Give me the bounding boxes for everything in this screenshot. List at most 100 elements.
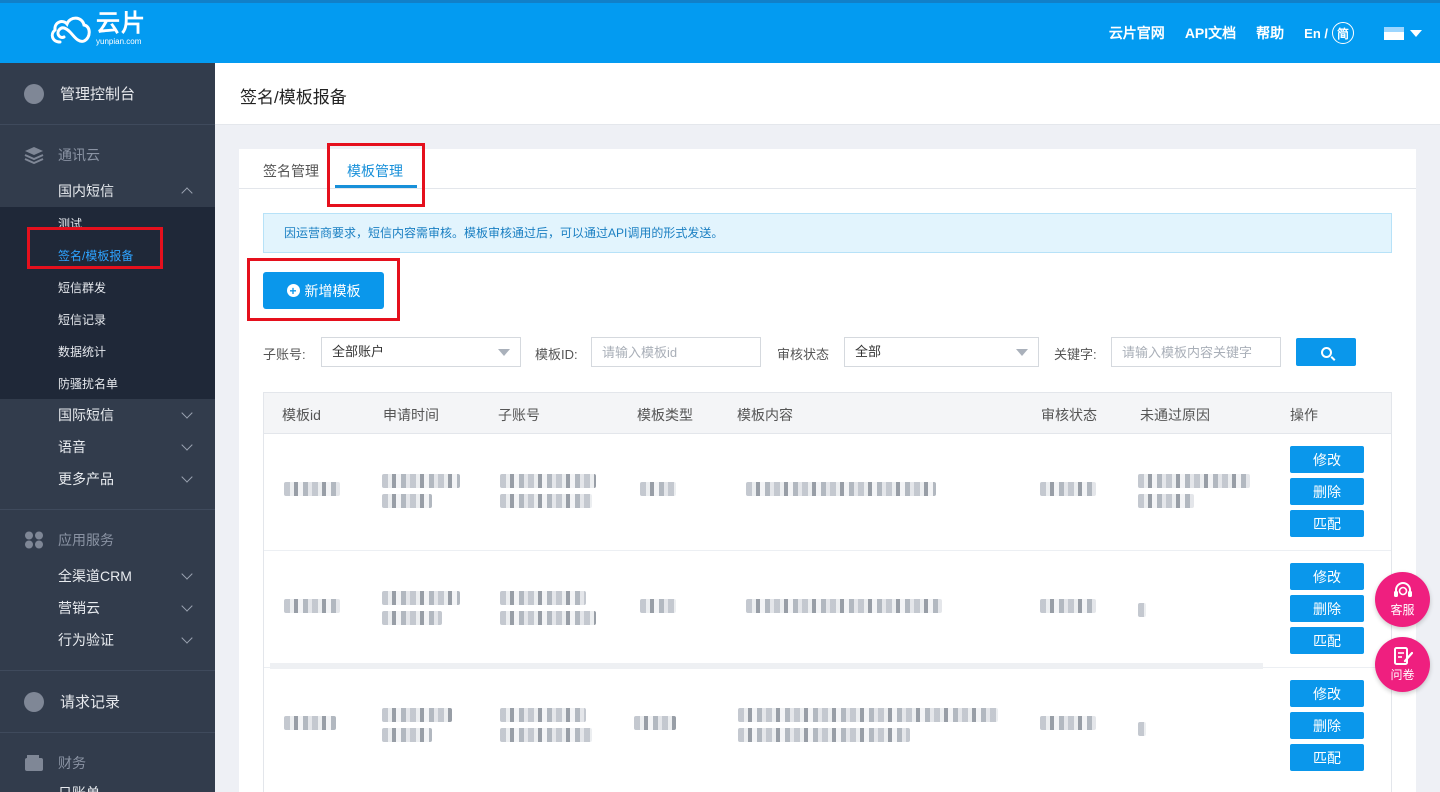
add-template-label: 新增模板	[304, 282, 361, 299]
nav-help[interactable]: 帮助	[1256, 23, 1284, 43]
customer-service-button[interactable]: 客服	[1375, 572, 1430, 627]
submenu-item-sms-records[interactable]: 短信记录	[0, 303, 215, 335]
logo[interactable]: 云片 yunpian.com	[48, 12, 146, 46]
sidebar-item-label: 更多产品	[58, 471, 114, 487]
submenu-item-bulk-send[interactable]: 短信群发	[0, 271, 215, 303]
submenu-item-blocklist[interactable]: 防骚扰名单	[0, 367, 215, 399]
chevron-down-icon	[181, 632, 193, 644]
add-template-button[interactable]: + 新增模板	[263, 272, 384, 309]
keyword-input[interactable]	[1111, 337, 1281, 367]
notice-banner: 因运营商要求，短信内容需审核。模板审核通过后，可以通过API调用的形式发送。	[263, 213, 1392, 253]
sidebar-item-label: 全渠道CRM	[58, 568, 132, 584]
status-select[interactable]: 全部	[844, 337, 1039, 367]
tab-bar: 签名管理 模板管理	[239, 149, 1416, 189]
nav-api-docs[interactable]: API文档	[1185, 23, 1236, 43]
nav-official-site[interactable]: 云片官网	[1109, 23, 1165, 43]
chevron-up-icon	[181, 187, 193, 199]
tab-template-management[interactable]: 模板管理	[347, 161, 403, 181]
sidebar-dashboard[interactable]: 管理控制台	[0, 63, 215, 125]
sidebar-item-intl-sms[interactable]: 国际短信	[0, 399, 215, 431]
redacted-cell	[500, 728, 592, 742]
redacted-cell	[500, 474, 596, 488]
sidebar-group-app: 应用服务 全渠道CRM 营销云 行为验证	[0, 510, 215, 671]
tab-signature-management[interactable]: 签名管理	[263, 161, 319, 181]
delete-button[interactable]: 删除	[1290, 478, 1364, 505]
edit-button[interactable]: 修改	[1290, 563, 1364, 590]
lang-cn[interactable]: 简	[1332, 22, 1354, 44]
user-avatar-icon	[1384, 26, 1404, 40]
table-row: 修改 删除 匹配	[264, 668, 1391, 785]
sidebar-item-request-log[interactable]: 请求记录	[60, 691, 120, 712]
redacted-cell	[284, 482, 340, 496]
wallet-icon	[25, 755, 43, 771]
row-actions: 修改 删除 匹配	[1290, 680, 1364, 776]
match-button[interactable]: 匹配	[1290, 510, 1364, 537]
survey-edit-icon	[1393, 646, 1413, 665]
delete-button[interactable]: 删除	[1290, 712, 1364, 739]
match-button[interactable]: 匹配	[1290, 744, 1364, 771]
sidebar-item-daily-bill[interactable]: 日账单	[0, 783, 215, 792]
search-button[interactable]	[1296, 338, 1356, 366]
brand-name: 云片	[96, 10, 146, 37]
col-template-type: 模板类型	[637, 407, 693, 423]
sidebar-item-more-products[interactable]: 更多产品	[0, 463, 215, 495]
sidebar-item-dashboard[interactable]: 管理控制台	[60, 83, 135, 104]
top-bar: 云片 yunpian.com 云片官网 API文档 帮助 En / 简	[0, 0, 1440, 63]
subaccount-select[interactable]: 全部账户	[321, 337, 521, 367]
survey-label: 问卷	[1390, 667, 1415, 682]
search-icon	[1320, 346, 1332, 358]
submenu-item-statistics[interactable]: 数据统计	[0, 335, 215, 367]
sidebar-item-domestic-sms[interactable]: 国内短信	[0, 175, 215, 207]
template-id-label: 模板ID:	[535, 347, 578, 362]
submenu-item-signature-template[interactable]: 签名/模板报备	[0, 239, 215, 271]
redacted-cell	[382, 728, 432, 742]
row-actions: 修改 删除 匹配	[1290, 563, 1364, 659]
sidebar-item-label: 国际短信	[58, 407, 114, 423]
filter-bar: 子账号: 全部账户 模板ID: 审核状态 全部 关键字:	[263, 337, 1393, 367]
headset-icon	[1393, 581, 1412, 597]
language-switch[interactable]: En / 简	[1304, 22, 1354, 44]
redacted-cell	[500, 611, 596, 625]
redacted-cell	[382, 591, 460, 605]
subaccount-value: 全部账户	[332, 344, 385, 359]
redacted-cell	[1138, 494, 1194, 508]
redacted-cell	[500, 494, 592, 508]
chevron-down-icon	[181, 600, 193, 612]
redacted-cell	[1138, 722, 1146, 736]
sidebar-item-behavior-verify[interactable]: 行为验证	[0, 624, 215, 656]
sidebar-group-finance: 财务 日账单	[0, 733, 215, 792]
sidebar-item-label: 语音	[58, 439, 86, 455]
tab-active-indicator	[335, 185, 417, 188]
customer-service-label: 客服	[1390, 602, 1415, 617]
redacted-cell	[640, 599, 676, 613]
user-menu[interactable]	[1384, 26, 1422, 40]
group-title-app: 应用服务	[58, 532, 114, 548]
match-button[interactable]: 匹配	[1290, 627, 1364, 654]
submenu-item-test[interactable]: 测试	[0, 207, 215, 239]
edit-button[interactable]: 修改	[1290, 680, 1364, 707]
brand-domain: yunpian.com	[96, 37, 142, 46]
redacted-cell	[382, 708, 452, 722]
template-id-input[interactable]	[591, 337, 761, 367]
gauge-icon	[24, 83, 44, 104]
redacted-cell	[746, 599, 942, 613]
redacted-cell	[640, 482, 676, 496]
group-title-finance: 财务	[58, 755, 86, 771]
survey-button[interactable]: 问卷	[1375, 637, 1430, 692]
col-apply-time: 申请时间	[383, 407, 439, 423]
redacted-cell	[634, 716, 676, 730]
lang-en[interactable]: En /	[1304, 26, 1328, 41]
chevron-down-icon	[1410, 29, 1422, 37]
col-actions: 操作	[1290, 407, 1318, 423]
sidebar-request-log[interactable]: 请求记录	[0, 671, 215, 733]
col-template-content: 模板内容	[737, 407, 793, 423]
sidebar-item-voice[interactable]: 语音	[0, 431, 215, 463]
edit-button[interactable]: 修改	[1290, 446, 1364, 473]
delete-button[interactable]: 删除	[1290, 595, 1364, 622]
dropdown-arrow-icon	[1016, 349, 1028, 356]
col-reject-reason: 未通过原因	[1140, 407, 1210, 423]
chevron-down-icon	[181, 471, 193, 483]
redacted-cell	[1138, 474, 1250, 488]
sidebar-item-crm[interactable]: 全渠道CRM	[0, 560, 215, 592]
sidebar-item-marketing[interactable]: 营销云	[0, 592, 215, 624]
